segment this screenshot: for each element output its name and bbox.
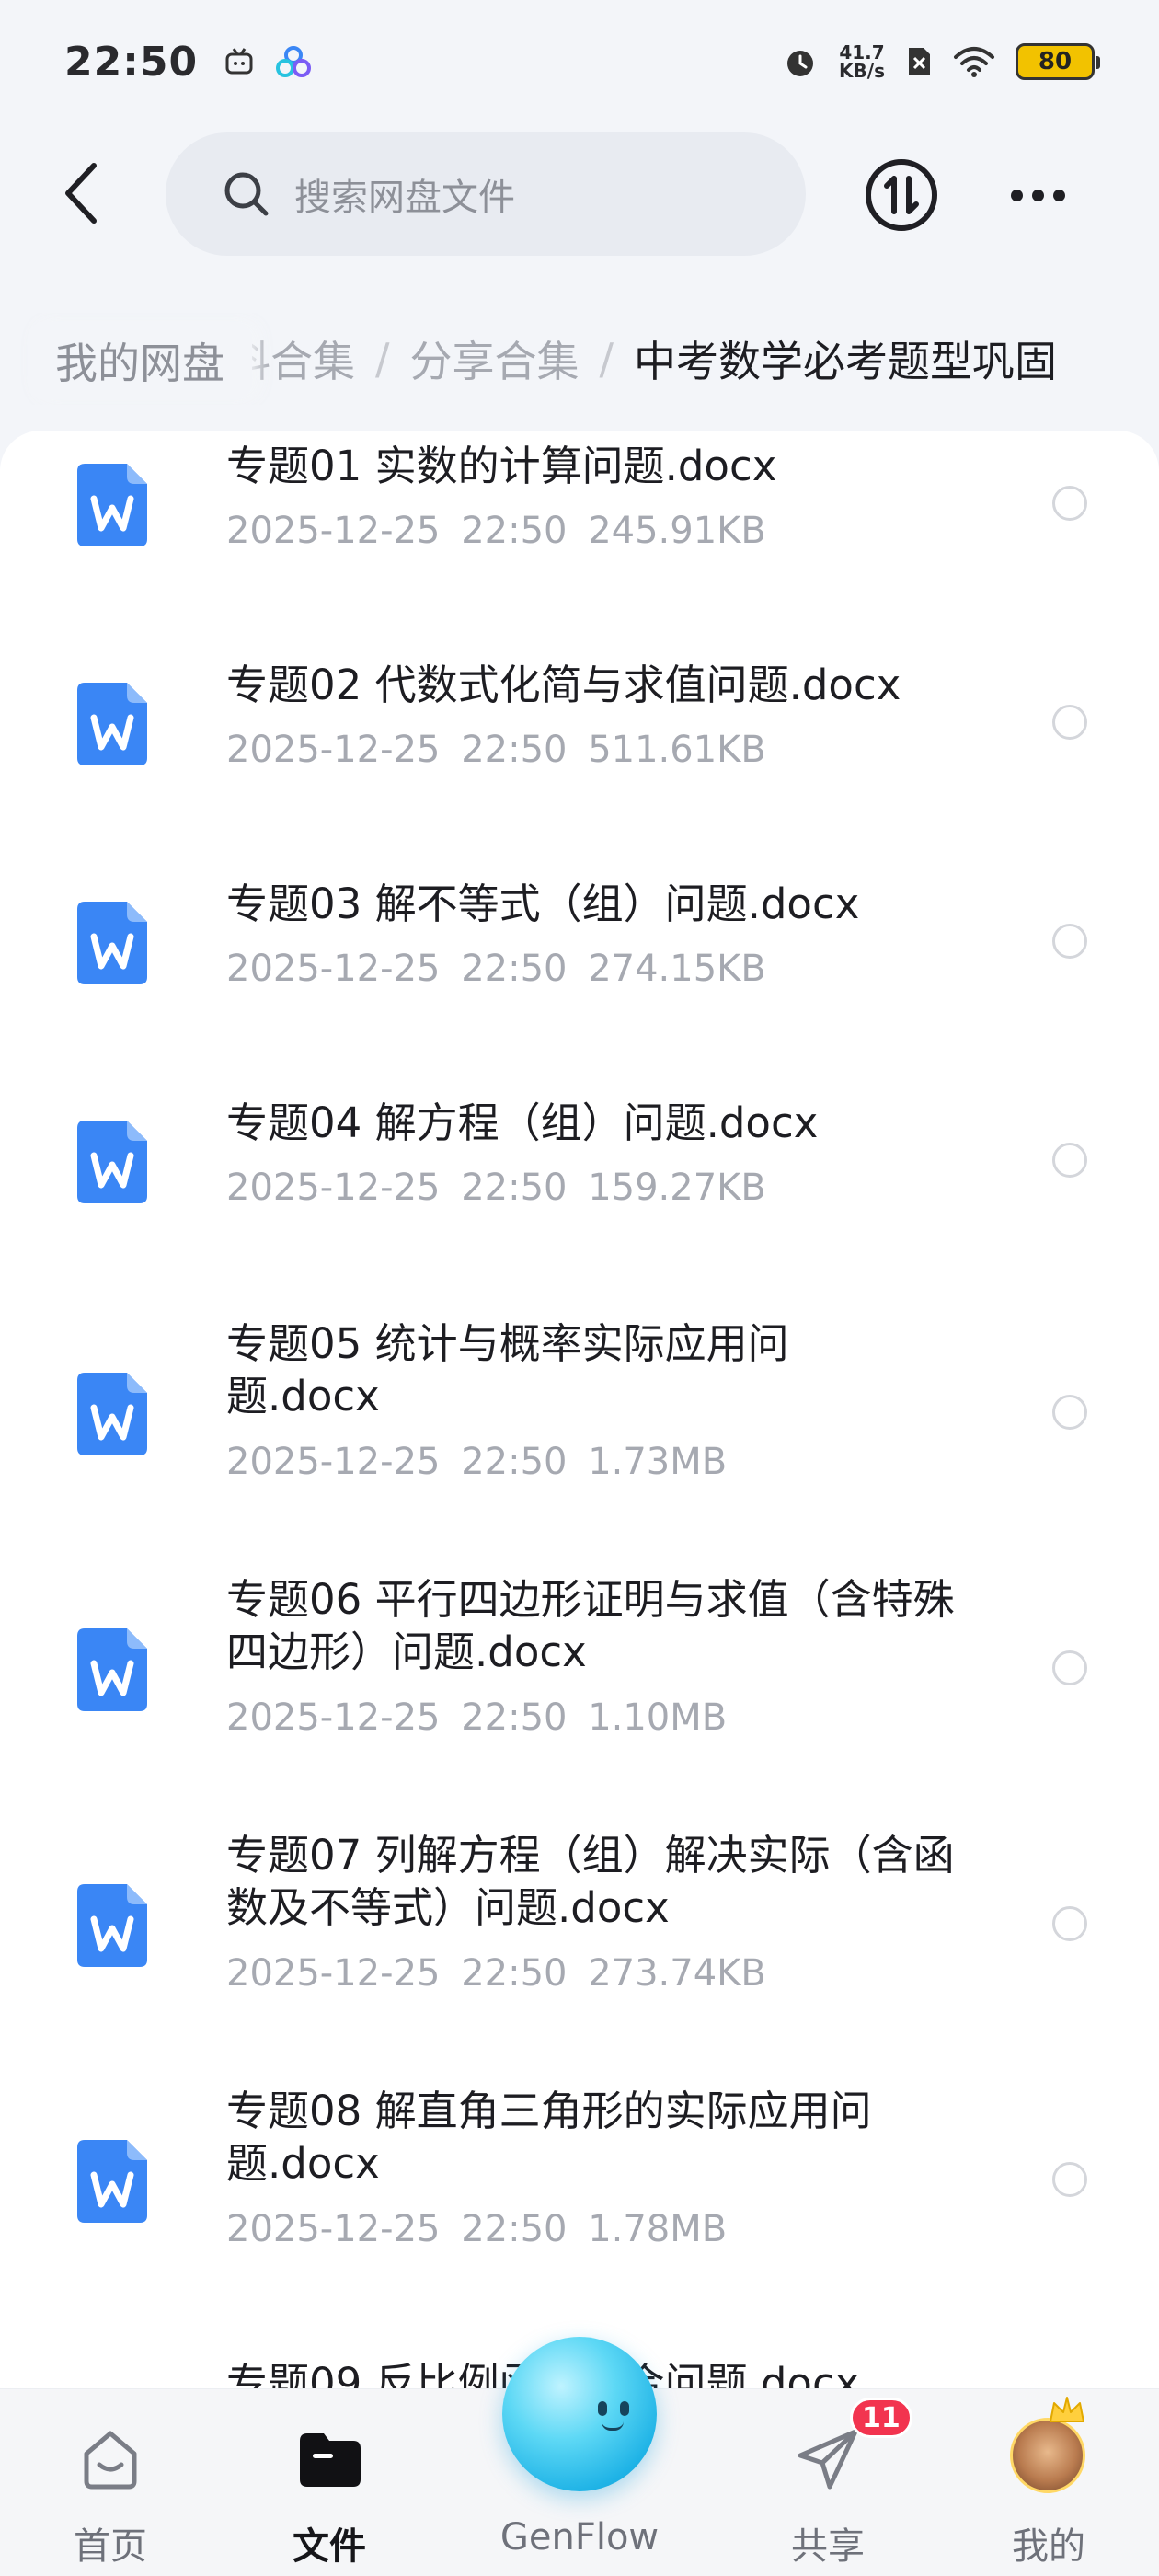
more-options-button[interactable] <box>999 156 1076 234</box>
back-button[interactable] <box>44 156 118 230</box>
select-checkbox[interactable] <box>1052 2162 1087 2197</box>
file-row[interactable]: 专题04 解方程（组）问题.docx 2025-12-25 22:50 159.… <box>0 1084 1159 1303</box>
folder-icon <box>300 2433 361 2487</box>
word-doc-icon <box>77 2140 147 2223</box>
file-meta: 2025-12-25 22:50 1.10MB <box>226 1696 728 1739</box>
home-icon <box>84 2431 137 2490</box>
file-meta: 2025-12-25 22:50 511.61KB <box>226 729 766 771</box>
file-name: 专题08 解直角三角形的实际应用问题.docx <box>226 2087 872 2188</box>
paper-plane-icon <box>798 2429 858 2490</box>
file-name: 专题07 列解方程（组）解决实际（含函数及不等式）问题.docx <box>226 1831 955 1932</box>
file-row[interactable]: 专题02 代数式化简与求值问题.docx 2025-12-25 22:50 51… <box>0 646 1159 865</box>
search-input[interactable]: 搜索网盘文件 <box>166 132 806 256</box>
file-name: 专题04 解方程（组）问题.docx <box>226 1098 819 1147</box>
wifi-icon <box>954 47 994 77</box>
genflow-mascot-icon[interactable] <box>502 2337 657 2491</box>
file-name: 专题06 平行四边形证明与求值（含特殊四边形）问题.docx <box>226 1575 955 1676</box>
word-doc-icon <box>77 1884 147 1967</box>
select-checkbox[interactable] <box>1052 924 1087 959</box>
top-nav-bar: 搜索网盘文件 <box>0 129 1159 258</box>
word-doc-icon <box>77 464 147 546</box>
file-row[interactable]: 专题06 平行四边形证明与求值（含特殊四边形）问题.docx 2025-12-2… <box>0 1558 1159 1814</box>
status-time: 22:50 <box>64 38 199 86</box>
file-meta: 2025-12-25 22:50 273.74KB <box>226 1952 766 1995</box>
transfer-list-icon[interactable] <box>863 156 940 234</box>
sim-disabled-icon <box>909 48 930 75</box>
chevron-left-icon <box>65 163 97 224</box>
more-dot-icon <box>1010 189 1023 201</box>
select-checkbox[interactable] <box>1052 1906 1087 1941</box>
breadcrumb: 料合集 / 分享合集 / 中考数学必考题型巩固 我的网盘 <box>0 313 1159 405</box>
breadcrumb-root[interactable]: 我的网盘 <box>28 322 252 399</box>
alarm-icon <box>787 51 814 76</box>
network-speed: 41.7 KB/s <box>839 41 885 82</box>
word-doc-icon <box>77 1373 147 1455</box>
tv-notification-icon <box>225 48 253 75</box>
breadcrumb-current: 中考数学必考题型巩固 <box>634 337 1057 386</box>
tab-files[interactable]: 文件 <box>237 2389 421 2576</box>
tab-home[interactable]: 首页 <box>18 2389 202 2576</box>
file-name: 专题05 统计与概率实际应用问题.docx <box>226 1319 789 1420</box>
cloud-app-notification-icon <box>276 46 312 77</box>
select-checkbox[interactable] <box>1052 1395 1087 1430</box>
file-row[interactable]: 专题05 统计与概率实际应用问题.docx 2025-12-25 22:50 1… <box>0 1303 1159 1558</box>
tab-files-label: 文件 <box>293 2525 366 2568</box>
crown-icon <box>1050 2397 1084 2422</box>
file-meta: 2025-12-25 22:50 1.73MB <box>226 1441 728 1483</box>
avatar[interactable] <box>1010 2418 1085 2493</box>
breadcrumb-separator: / <box>599 334 614 384</box>
more-dot-icon <box>1031 189 1044 201</box>
word-doc-icon <box>77 1628 147 1711</box>
notification-icons <box>224 45 312 78</box>
file-name: 专题02 代数式化简与求值问题.docx <box>226 661 901 709</box>
breadcrumb-separator: / <box>375 334 390 384</box>
select-checkbox[interactable] <box>1052 1650 1087 1685</box>
battery-indicator: 80 <box>1016 43 1100 80</box>
file-list: 专题01 实数的计算问题.docx 2025-12-25 22:50 245.9… <box>0 431 1159 2576</box>
word-doc-icon <box>77 1121 147 1203</box>
word-doc-icon <box>77 683 147 765</box>
tab-home-label: 首页 <box>74 2525 147 2568</box>
file-row[interactable]: 专题03 解不等式（组）问题.docx 2025-12-25 22:50 274… <box>0 865 1159 1084</box>
select-checkbox[interactable] <box>1052 705 1087 740</box>
share-notification-badge: 11 <box>850 2398 912 2438</box>
file-name: 专题01 实数的计算问题.docx <box>226 442 777 490</box>
word-doc-icon <box>77 902 147 984</box>
status-bar: 22:50 41.7 KB/s 80 <box>0 0 1159 123</box>
file-row[interactable]: 专题07 列解方程（组）解决实际（含函数及不等式）问题.docx 2025-12… <box>0 1814 1159 2070</box>
file-name: 专题03 解不等式（组）问题.docx <box>226 880 860 928</box>
more-dot-icon <box>1052 189 1065 201</box>
breadcrumb-item[interactable]: 分享合集 <box>410 328 580 389</box>
select-checkbox[interactable] <box>1052 1143 1087 1178</box>
tab-genflow-label: GenFlow <box>499 2516 660 2559</box>
system-icons: 41.7 KB/s 80 <box>782 41 1100 82</box>
tab-share-label: 共享 <box>791 2525 865 2568</box>
tab-mine-label: 我的 <box>1012 2525 1085 2568</box>
file-row[interactable]: 专题08 解直角三角形的实际应用问题.docx 2025-12-25 22:50… <box>0 2070 1159 2326</box>
file-meta: 2025-12-25 22:50 274.15KB <box>226 948 766 990</box>
file-meta: 2025-12-25 22:50 1.78MB <box>226 2208 728 2250</box>
search-placeholder: 搜索网盘文件 <box>294 177 515 219</box>
file-meta: 2025-12-25 22:50 159.27KB <box>226 1167 766 1209</box>
file-meta: 2025-12-25 22:50 245.91KB <box>226 510 766 552</box>
breadcrumb-track: 料合集 / 分享合集 / 中考数学必考题型巩固 <box>228 313 1057 405</box>
search-icon <box>224 172 269 216</box>
file-row[interactable]: 专题01 实数的计算问题.docx 2025-12-25 22:50 245.9… <box>0 431 1159 646</box>
select-checkbox[interactable] <box>1052 486 1087 521</box>
